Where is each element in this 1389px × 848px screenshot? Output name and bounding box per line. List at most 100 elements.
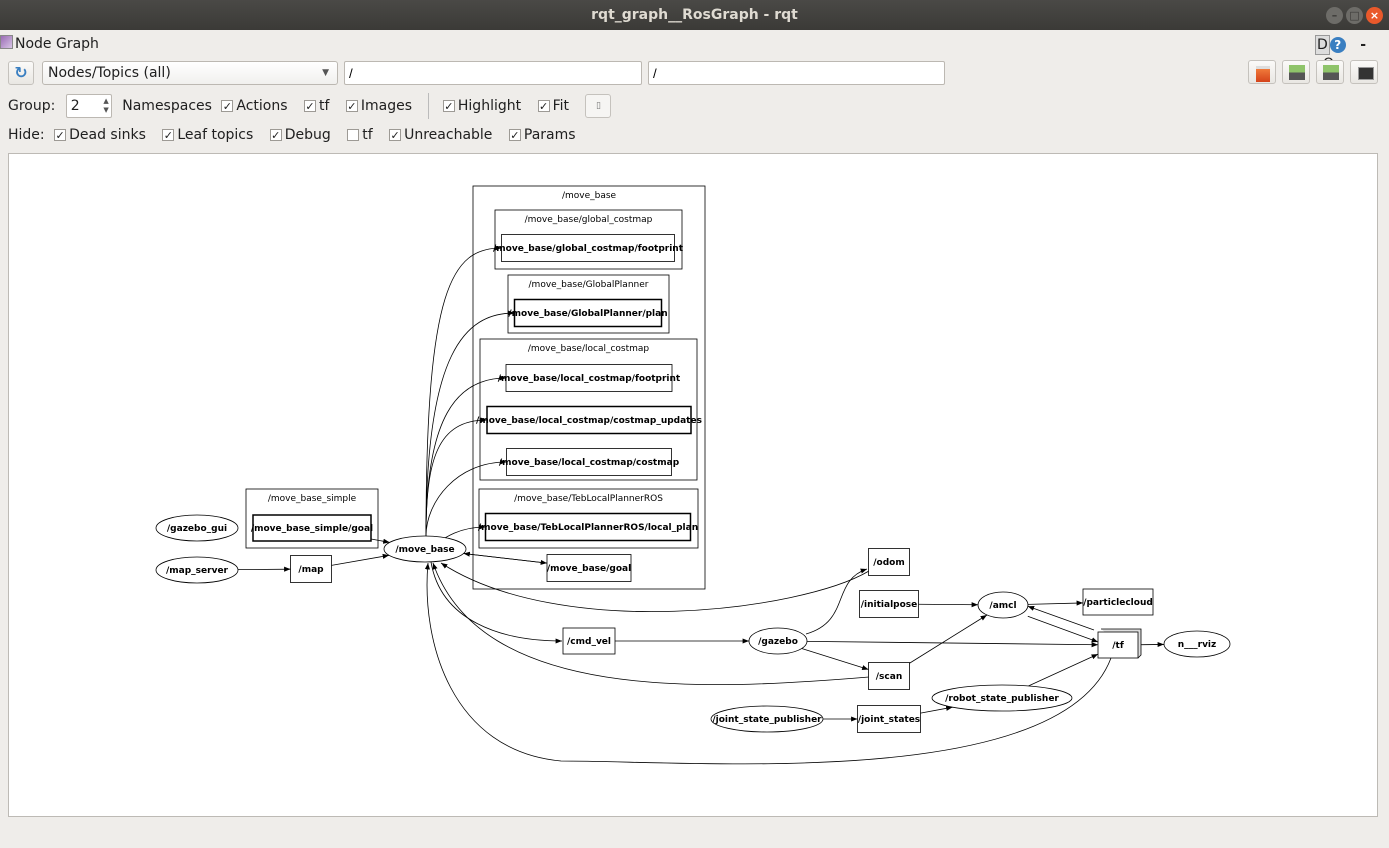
node-amcl[interactable]: /amcl — [977, 591, 1029, 619]
fit-in-view-button[interactable]: ▯ — [585, 94, 612, 118]
edge-rsp-to-tf[interactable] — [1028, 653, 1099, 687]
ros-graph: /move_base_simple/move_base/move_base/gl… — [155, 185, 1231, 765]
topic-map[interactable]: /map — [290, 555, 332, 583]
spin-arrows-icon[interactable]: ▲ ▼ — [103, 97, 108, 115]
topic-mb_goal[interactable]: /move_base/goal — [546, 554, 632, 582]
debug-label: Debug — [284, 127, 331, 143]
topic-tf[interactable]: /tf — [1097, 628, 1142, 659]
topic-odom[interactable]: /odom — [868, 548, 910, 576]
topic-lc_upd[interactable]: /move_base/local_costmap/costmap_updates — [476, 405, 702, 435]
node-label: /gazebo_gui — [167, 524, 227, 534]
close-button[interactable]: × — [1366, 7, 1383, 24]
graph-canvas[interactable]: /move_base_simple/move_base/move_base/gl… — [8, 153, 1378, 817]
unreachable-checkbox[interactable]: ✓ — [389, 129, 402, 142]
node-label: /gazebo — [758, 637, 798, 647]
edge-mb_goal-to-move_base[interactable] — [463, 551, 548, 564]
node-filter-input[interactable] — [344, 61, 642, 85]
topic-initialpose[interactable]: /initialpose — [859, 590, 919, 618]
topic-gp_plan[interactable]: /move_base/GlobalPlanner/plan — [508, 298, 668, 328]
leaf-topics-label: Leaf topics — [177, 127, 254, 143]
hide-tf-checkbox[interactable] — [347, 129, 360, 141]
images-checkbox[interactable]: ✓ — [345, 100, 358, 113]
node-label: /move_base — [395, 545, 454, 555]
image-icon — [1358, 67, 1374, 80]
save-dot-button[interactable] — [1282, 60, 1310, 84]
highlight-checkbox[interactable]: ✓ — [442, 100, 455, 113]
params-checkbox[interactable]: ✓ — [508, 129, 521, 142]
fit-checkbox[interactable]: ✓ — [537, 100, 550, 113]
node-label: /move_base/local_costmap/costmap_updates — [476, 416, 702, 426]
actions-checkbox[interactable]: ✓ — [221, 100, 234, 113]
edge-initialpose-to-amcl[interactable] — [918, 602, 979, 608]
topic-filter-input[interactable] — [648, 61, 945, 85]
dead-sinks-label: Dead sinks — [69, 127, 146, 143]
node-rsp[interactable]: /robot_state_publisher — [931, 684, 1073, 712]
save-image-button[interactable] — [1350, 60, 1378, 84]
edge-move_base-to-lc_fp[interactable] — [425, 375, 507, 537]
node-jsp[interactable]: /joint_state_publisher — [710, 705, 824, 733]
edge-gazebo-to-odom[interactable] — [805, 568, 868, 635]
node-label: /joint_state_publisher — [712, 715, 822, 725]
node-label: /move_base/global_costmap/footprint — [493, 244, 684, 254]
edge-joint_states-to-rsp[interactable] — [920, 705, 953, 714]
edge-mbs_goal-to-move_base[interactable] — [370, 538, 390, 544]
cluster-label: /move_base/TebLocalPlannerROS — [514, 494, 663, 504]
view-mode-select[interactable]: Nodes/Topics (all) ▼ — [42, 61, 338, 85]
dock-button[interactable]: D — [1315, 35, 1330, 55]
separator — [428, 93, 430, 119]
topic-lc_fp[interactable]: /move_base/local_costmap/footprint — [498, 364, 681, 392]
node-label: /move_base/TebLocalPlannerROS/local_plan — [478, 523, 698, 533]
node-map_server[interactable]: /map_server — [155, 556, 239, 584]
save-svg-button[interactable] — [1316, 60, 1344, 84]
options-row: Group: 2 ▲ ▼ Namespaces ✓ Actions ✓ tf ✓ Imag… — [8, 93, 612, 119]
edge-gazebo-to-tf[interactable] — [806, 640, 1099, 648]
topic-scan[interactable]: /scan — [868, 662, 910, 690]
debug-checkbox[interactable]: ✓ — [269, 129, 282, 142]
load-dot-button[interactable] — [1248, 60, 1276, 84]
tf-checkbox[interactable]: ✓ — [303, 100, 316, 113]
cluster-label: /move_base/local_costmap — [528, 344, 650, 354]
group-spinbox[interactable]: 2 ▲ ▼ — [65, 94, 112, 118]
node-label: /initialpose — [861, 600, 918, 610]
dead-sinks-checkbox[interactable]: ✓ — [54, 129, 67, 142]
topic-joint_states[interactable]: /joint_states — [857, 705, 921, 733]
minimize-button[interactable]: – — [1326, 7, 1343, 24]
view-mode-value: Nodes/Topics (all) — [48, 65, 171, 81]
params-label: Params — [523, 127, 576, 143]
node-label: /map_server — [166, 566, 229, 576]
node-label: /move_base/GlobalPlanner/plan — [508, 309, 667, 319]
node-graph-icon — [0, 35, 13, 49]
cluster-label: /move_base/GlobalPlanner — [529, 280, 649, 290]
node-label: /cmd_vel — [567, 637, 611, 647]
node-move_base[interactable]: /move_base — [383, 535, 467, 563]
maximize-button[interactable]: □ — [1346, 7, 1363, 24]
hide-row: Hide: ✓ Dead sinks ✓ Leaf topics ✓ Debug tf… — [8, 124, 576, 146]
minimize-plugin-button[interactable]: - — [1360, 37, 1366, 53]
refresh-button[interactable]: ↻ — [8, 61, 34, 85]
edge-amcl-to-particlecloud[interactable] — [1027, 600, 1084, 606]
cluster-label: /move_base/global_costmap — [525, 215, 653, 225]
leaf-topics-checkbox[interactable]: ✓ — [162, 129, 175, 142]
hide-tf-label: tf — [362, 127, 373, 143]
node-rviz[interactable]: n___rviz — [1163, 630, 1231, 658]
edge-gazebo-to-scan[interactable] — [801, 648, 869, 671]
topic-particlecloud[interactable]: /particlecloud — [1082, 588, 1154, 616]
edge-scan-to-amcl[interactable] — [909, 614, 988, 664]
edge-scan-to-move_base[interactable] — [432, 562, 870, 686]
topic-teb_plan[interactable]: /move_base/TebLocalPlannerROS/local_plan — [478, 512, 698, 542]
chevron-down-icon: ▼ — [322, 68, 329, 78]
images-label: Images — [360, 98, 412, 114]
edge-odom-to-move_base[interactable] — [440, 562, 870, 613]
node-gazebo[interactable]: /gazebo — [748, 627, 808, 655]
plugin-controls: D? - O — [1315, 35, 1389, 72]
topic-mbs_goal[interactable]: /move_base_simple/goal — [251, 514, 373, 542]
node-gazebo_gui[interactable]: /gazebo_gui — [155, 514, 239, 542]
node-label: /robot_state_publisher — [945, 694, 1059, 704]
topic-lc_cm[interactable]: /move_base/local_costmap/costmap — [499, 448, 680, 476]
topic-cmd_vel[interactable]: /cmd_vel — [562, 627, 616, 655]
topic-gc_fp[interactable]: /move_base/global_costmap/footprint — [493, 234, 684, 262]
help-button[interactable]: ? — [1329, 37, 1346, 53]
edge-map-to-move_base[interactable] — [331, 553, 390, 566]
edge-amcl-to-tf[interactable] — [1027, 615, 1099, 643]
node-label: /map — [298, 565, 324, 575]
